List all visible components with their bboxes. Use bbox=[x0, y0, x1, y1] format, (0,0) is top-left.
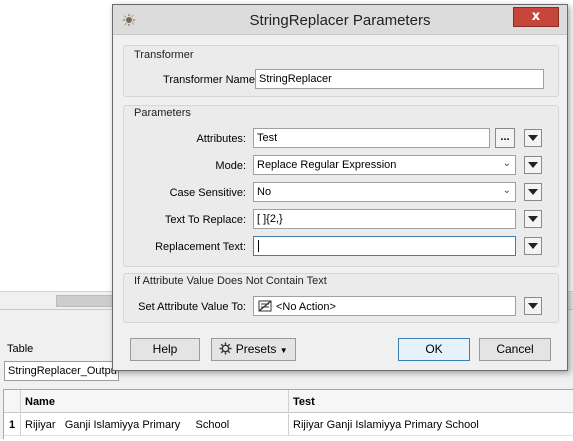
replacement-text-menu-button[interactable] bbox=[524, 237, 542, 255]
row-number-header bbox=[4, 390, 21, 413]
transformer-name-label: Transformer Name: bbox=[163, 74, 258, 86]
mode-menu-button[interactable] bbox=[524, 156, 542, 174]
presets-button[interactable]: Presets ▼ bbox=[211, 338, 296, 361]
attributes-input[interactable]: Test bbox=[253, 128, 490, 148]
text-to-replace-menu-button[interactable] bbox=[524, 210, 542, 228]
dialog-title: StringReplacer Parameters bbox=[249, 12, 431, 29]
replacement-text-label: Replacement Text: bbox=[155, 241, 246, 253]
parameters-group-title: Parameters bbox=[134, 107, 191, 119]
column-header-name[interactable]: Name bbox=[21, 390, 289, 413]
text-to-replace-input[interactable]: [ ]{2,} bbox=[253, 209, 516, 229]
presets-label: Presets bbox=[235, 342, 277, 356]
case-sensitive-value: No bbox=[257, 186, 272, 198]
cell-name[interactable]: Rijiyar Ganji Islamiyya Primary School bbox=[21, 414, 289, 436]
mode-select-value: Replace Regular Expression bbox=[257, 159, 397, 171]
ok-button[interactable]: OK bbox=[398, 338, 470, 361]
transformer-group-title: Transformer bbox=[134, 49, 194, 61]
mode-label: Mode: bbox=[215, 160, 246, 172]
set-attribute-value-menu-button[interactable] bbox=[524, 297, 542, 315]
close-button[interactable]: x bbox=[513, 7, 559, 27]
no-text-group-title: If Attribute Value Does Not Contain Text bbox=[134, 275, 327, 287]
no-action-icon bbox=[258, 300, 272, 312]
string-replacer-dialog: StringReplacer Parameters x Transformer … bbox=[112, 4, 568, 371]
attributes-label: Attributes: bbox=[196, 133, 246, 145]
parameters-group: Parameters Attributes: Test ... Mode: Re… bbox=[123, 105, 559, 267]
case-sensitive-select[interactable]: No ⌄ bbox=[253, 182, 516, 202]
table-panel-label: Table bbox=[7, 343, 34, 355]
attributes-browse-button[interactable]: ... bbox=[495, 128, 515, 148]
row-number: 1 bbox=[4, 414, 21, 436]
transformer-name-input[interactable]: StringReplacer bbox=[255, 69, 544, 89]
transformer-group: Transformer Transformer Name: StringRepl… bbox=[123, 45, 559, 97]
no-text-group: If Attribute Value Does Not Contain Text… bbox=[123, 273, 559, 323]
set-attribute-value-field[interactable]: <No Action> bbox=[253, 296, 516, 316]
cell-test[interactable]: Rijiyar Ganji Islamiyya Primary School bbox=[289, 414, 573, 436]
set-attribute-value-label: Set Attribute Value To: bbox=[138, 301, 246, 313]
presets-dropdown-icon: ▼ bbox=[279, 346, 288, 355]
title-bar[interactable]: StringReplacer Parameters x bbox=[113, 5, 567, 35]
mode-select[interactable]: Replace Regular Expression ⌄ bbox=[253, 155, 516, 175]
replacement-text-input[interactable] bbox=[253, 236, 516, 256]
text-cursor bbox=[258, 240, 259, 253]
text-to-replace-label: Text To Replace: bbox=[164, 214, 246, 226]
chevron-down-icon: ⌄ bbox=[502, 185, 511, 196]
case-sensitive-label: Case Sensitive: bbox=[169, 187, 246, 199]
attributes-menu-button[interactable] bbox=[524, 129, 542, 147]
case-sensitive-menu-button[interactable] bbox=[524, 183, 542, 201]
dataset-selector[interactable]: StringReplacer_Outpu bbox=[4, 361, 119, 381]
scrollbar-thumb[interactable] bbox=[56, 295, 113, 307]
help-button[interactable]: Help bbox=[130, 338, 200, 361]
data-table: Name Test 1 Rijiyar Ganji Islamiyya Prim… bbox=[3, 389, 573, 439]
cancel-button[interactable]: Cancel bbox=[479, 338, 551, 361]
set-attribute-value: <No Action> bbox=[276, 301, 336, 313]
presets-gear-icon bbox=[219, 342, 232, 355]
chevron-down-icon: ⌄ bbox=[502, 158, 511, 169]
column-header-test[interactable]: Test bbox=[289, 390, 573, 413]
